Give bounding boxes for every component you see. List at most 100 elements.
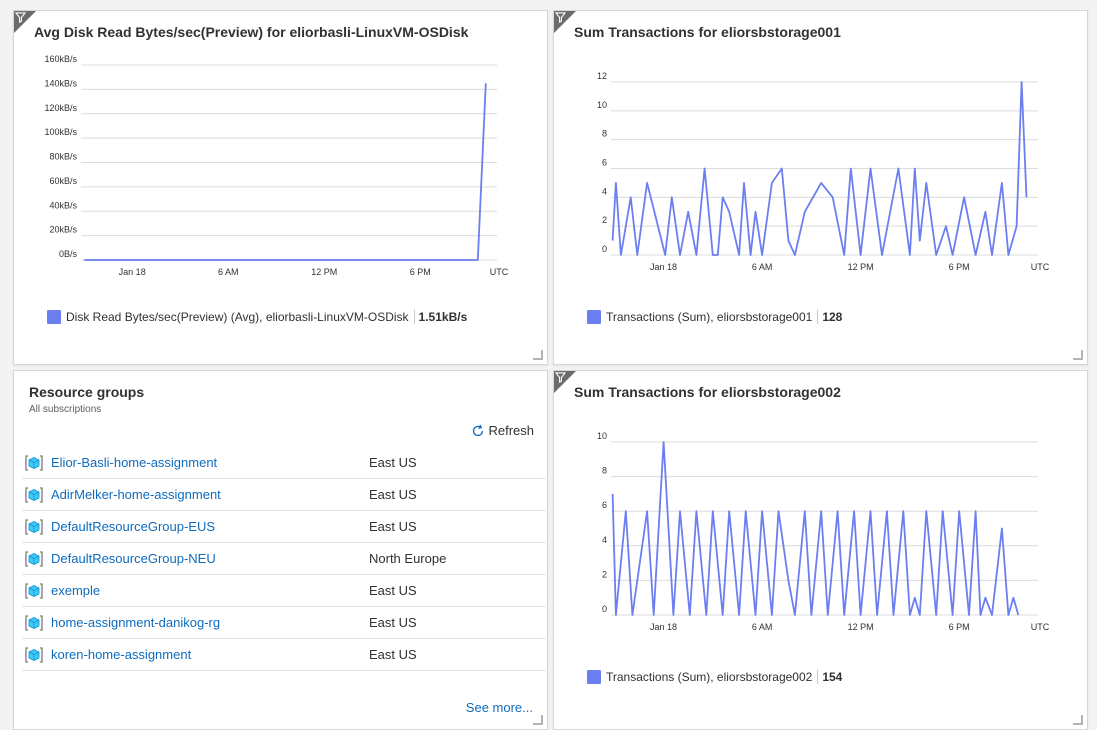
y-tick-label: 10: [597, 431, 607, 441]
legend-value: 154: [822, 670, 843, 684]
y-tick-label: 10: [597, 100, 607, 110]
y-tick-label: 0: [602, 244, 607, 254]
refresh-button[interactable]: Refresh: [471, 423, 534, 438]
disk-read-chart-tile[interactable]: Avg Disk Read Bytes/sec(Preview) for eli…: [13, 10, 548, 365]
resource-group-list: Elior-Basli-home-assignment East US AdirMe…: [22, 447, 546, 671]
x-tick-label: Jan 18: [650, 622, 677, 632]
y-tick-label: 4: [602, 186, 607, 196]
y-tick-label: 0: [602, 604, 607, 614]
y-tick-label: 60kB/s: [49, 176, 77, 186]
y-tick-label: 160kB/s: [44, 54, 77, 64]
filter-icon[interactable]: [555, 372, 566, 383]
y-tick-label: 140kB/s: [44, 78, 77, 88]
y-tick-label: 20kB/s: [49, 225, 77, 235]
chart-title[interactable]: Sum Transactions for eliorsbstorage001: [574, 24, 841, 40]
resource-group-location: East US: [369, 615, 417, 630]
filter-icon[interactable]: [15, 12, 26, 23]
tile-subtitle: All subscriptions: [29, 404, 102, 415]
transactions-storage002-tile[interactable]: Sum Transactions for eliorsbstorage002 0…: [553, 370, 1088, 730]
legend-divider: [817, 670, 819, 684]
x-tick-label: 6 PM: [949, 622, 970, 632]
y-tick-label: 2: [602, 215, 607, 225]
resource-group-name-link[interactable]: DefaultResourceGroup-NEU: [51, 551, 369, 566]
transactions-storage001-tile[interactable]: Sum Transactions for eliorsbstorage001 0…: [553, 10, 1088, 365]
tile-title: Resource groups: [29, 384, 145, 400]
legend-value: 1.51kB/s: [418, 310, 468, 324]
resize-handle[interactable]: [1073, 350, 1083, 360]
x-tick-label: Jan 18: [650, 262, 677, 272]
refresh-label: Refresh: [488, 423, 534, 438]
transactions-storage001-chart[interactable]: 0 2 4 6 8 10 12 Jan 18 6 AM 12 PM 6 PM UTC: [554, 51, 1089, 301]
resource-group-location: North Europe: [369, 551, 447, 566]
legend-divider: [413, 310, 415, 324]
y-tick-label: 8: [602, 466, 607, 476]
y-tick-label: 4: [602, 535, 607, 545]
resource-group-name-link[interactable]: Elior-Basli-home-assignment: [51, 455, 369, 470]
resource-group-icon: [25, 614, 43, 631]
x-tick-label: 6 AM: [752, 262, 773, 272]
chart-legend[interactable]: Disk Read Bytes/sec(Preview) (Avg), elio…: [47, 310, 467, 324]
y-tick-label: 6: [602, 500, 607, 510]
resource-group-row[interactable]: home-assignment-danikog-rg East US: [22, 607, 546, 639]
see-more-link[interactable]: See more...: [466, 700, 533, 715]
resource-group-location: East US: [369, 519, 417, 534]
x-tick-label: 6 AM: [752, 622, 773, 632]
resource-group-location: East US: [369, 647, 417, 662]
series-line[interactable]: [611, 441, 1020, 616]
resource-group-row[interactable]: DefaultResourceGroup-EUS East US: [22, 511, 546, 543]
resource-group-icon: [25, 582, 43, 599]
x-tick-label: 6 PM: [410, 267, 431, 277]
resource-group-name-link[interactable]: AdirMelker-home-assignment: [51, 487, 369, 502]
y-tick-label: 8: [602, 129, 607, 139]
chart-legend[interactable]: Transactions (Sum), eliorsbstorage002 15…: [587, 670, 842, 684]
legend-swatch: [47, 310, 61, 324]
y-tick-label: 120kB/s: [44, 103, 77, 113]
legend-label: Disk Read Bytes/sec(Preview) (Avg), elio…: [66, 310, 409, 324]
legend-swatch: [587, 310, 601, 324]
legend-label: Transactions (Sum), eliorsbstorage001: [606, 310, 813, 324]
resource-group-location: East US: [369, 583, 417, 598]
resource-group-row[interactable]: AdirMelker-home-assignment East US: [22, 479, 546, 511]
resource-group-icon: [25, 550, 43, 567]
chart-title[interactable]: Avg Disk Read Bytes/sec(Preview) for eli…: [34, 24, 468, 40]
y-tick-label: 6: [602, 158, 607, 168]
legend-divider: [817, 310, 819, 324]
x-tick-label: 12 PM: [848, 262, 874, 272]
resource-group-icon: [25, 518, 43, 535]
transactions-storage002-chart[interactable]: 0 2 4 6 8 10 Jan 18 6 AM 12 PM 6 PM UTC: [554, 411, 1089, 661]
resource-group-name-link[interactable]: koren-home-assignment: [51, 647, 369, 662]
resource-group-location: East US: [369, 487, 417, 502]
y-tick-label: 0B/s: [59, 249, 78, 259]
legend-label: Transactions (Sum), eliorsbstorage002: [606, 670, 813, 684]
x-tick-label: UTC: [1031, 622, 1050, 632]
y-tick-label: 12: [597, 71, 607, 81]
filter-icon[interactable]: [555, 12, 566, 23]
resource-group-location: East US: [369, 455, 417, 470]
resource-group-row[interactable]: DefaultResourceGroup-NEU North Europe: [22, 543, 546, 575]
y-tick-label: 80kB/s: [49, 152, 77, 162]
chart-title[interactable]: Sum Transactions for eliorsbstorage002: [574, 384, 841, 400]
resource-group-icon: [25, 646, 43, 663]
x-tick-label: 6 PM: [949, 262, 970, 272]
resource-groups-tile[interactable]: Resource groups All subscriptions Refres…: [13, 370, 548, 730]
x-tick-label: 12 PM: [848, 622, 874, 632]
chart-legend[interactable]: Transactions (Sum), eliorsbstorage001 12…: [587, 310, 842, 324]
resource-group-icon: [25, 454, 43, 471]
resource-group-name-link[interactable]: exemple: [51, 583, 369, 598]
y-tick-label: 40kB/s: [49, 200, 77, 210]
resource-group-name-link[interactable]: home-assignment-danikog-rg: [51, 615, 369, 630]
series-line[interactable]: [84, 83, 487, 261]
x-tick-label: 12 PM: [311, 267, 337, 277]
resource-group-row[interactable]: exemple East US: [22, 575, 546, 607]
refresh-icon: [473, 424, 484, 436]
x-tick-label: UTC: [490, 267, 509, 277]
resource-group-row[interactable]: koren-home-assignment East US: [22, 639, 546, 671]
y-tick-label: 2: [602, 569, 607, 579]
x-tick-label: Jan 18: [119, 267, 146, 277]
disk-read-chart[interactable]: 0B/s 20kB/s 40kB/s 60kB/s 80kB/s 100kB/s 120kB…: [14, 51, 549, 301]
resize-handle[interactable]: [533, 350, 543, 360]
y-tick-label: 100kB/s: [44, 127, 77, 137]
resource-group-icon: [25, 486, 43, 503]
resource-group-name-link[interactable]: DefaultResourceGroup-EUS: [51, 519, 369, 534]
resource-group-row[interactable]: Elior-Basli-home-assignment East US: [22, 447, 546, 479]
